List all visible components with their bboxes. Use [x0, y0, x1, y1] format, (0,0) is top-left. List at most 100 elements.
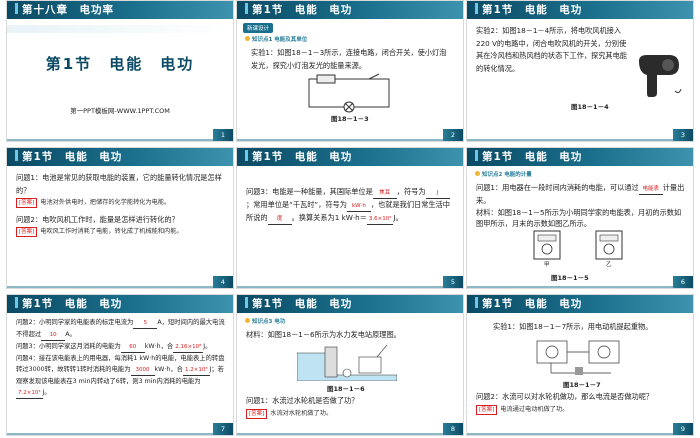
electric-meter-icon	[533, 230, 561, 260]
unit-question: 问题3：电能是一种能量，其国际单位是 焦耳 ，符号为 J ；常用单位是“千瓦时”，符号为…	[246, 186, 455, 225]
blank-4: 度	[267, 214, 292, 225]
template-url: 第一PPT模板网-WWW.1PPT.COM	[70, 107, 170, 115]
meter-questions: 问题2：小明同学家的电能表的标定电流为 5 A，短时间内的最大电流不得超过 10 A。 …	[16, 317, 225, 399]
qa-body: 问题1：电池是常见的获取电能的装置，它的能量转化情况是怎样的？ [答案] 电池对外…	[16, 172, 225, 239]
slide-thumbnail-3[interactable]: 第1节 电能 电功 实验2：如图18－1－4所示，将电吹风机接入220 V的电路…	[466, 0, 694, 142]
text-5: kW·h，合	[144, 343, 174, 350]
slide-number: 4	[213, 276, 233, 288]
answer: 电流通过电动机做了功。	[500, 405, 569, 413]
slide-header: 第1节 电能 电功	[467, 148, 693, 166]
question: 问题1：水流过水轮机是否做了功？	[246, 396, 359, 405]
slide-header: 第十八章 电功率	[7, 1, 233, 19]
blank-1: 5	[133, 318, 158, 329]
text-3: 材料：如图18－1－5所示为小明同学家的电能表，月初的示数如图甲所示，月末的示数…	[476, 207, 682, 229]
bullet-icon	[475, 171, 480, 176]
slide-thumbnail-7[interactable]: 第1节 电能 电功 问题2：小明同学家的电能表的标定电流为 5 A，短时间内的最大电…	[6, 294, 234, 436]
blank-5: 3000	[130, 365, 155, 376]
header-bar-icon	[15, 297, 18, 308]
slide-header: 第1节 电能 电功	[7, 295, 233, 313]
slide-header: 第1节 电能 电功	[237, 295, 463, 313]
slide-number: 7	[213, 423, 233, 435]
footer-line	[237, 433, 443, 435]
header-bar-icon	[475, 150, 478, 161]
footer-line	[7, 433, 213, 435]
slide-thumbnail-8[interactable]: 第1节 电能 电功 知识点3 电功 材料：如图18－1－6所示为水力发电站原理图…	[236, 294, 464, 436]
circuit-diagram-icon	[308, 73, 390, 113]
figure-caption: 图18－1－6	[327, 385, 365, 393]
text-8: kW·h，合	[154, 366, 183, 373]
slide-thumbnail-1[interactable]: 第十八章 电功率 第1节 电能 电功 第一PPT模板网-WWW.1PPT.COM…	[6, 0, 234, 142]
slide-number: 3	[673, 129, 693, 141]
header-text: 第1节 电能 电功	[252, 298, 353, 310]
text-1: 问题3：电能是一种能量，其国际单位是	[246, 187, 373, 196]
text-5: 。换算关系为1 kW·h＝	[291, 213, 367, 222]
section-tag: 新课设计	[243, 23, 274, 33]
qa-body: 问题1：水流过水轮机是否做了功？ [答案] 水流对水轮机做了功。	[246, 395, 455, 420]
blank-4: 2.16×10⁸	[173, 342, 204, 353]
bullet-icon	[245, 36, 250, 41]
blank-3: 60	[120, 342, 145, 353]
header-text: 第1节 电能 电功	[22, 298, 123, 310]
header-text: 第1节 电能 电功	[22, 151, 123, 163]
figure-label-a: 甲	[544, 262, 550, 268]
footer-line	[237, 139, 443, 141]
material-text: 材料：如图18－1－6所示为水力发电站原理图。	[246, 330, 401, 339]
blank-1: 电能表	[638, 184, 663, 195]
slide-thumbnail-9[interactable]: 第1节 电能 电功 实验1：如图18－1－7所示，用电动机提起重物。 图18－1…	[466, 294, 694, 436]
slide-header: 第1节 电能 电功	[7, 148, 233, 166]
slide-number: 8	[443, 423, 463, 435]
slide-thumbnail-4[interactable]: 第1节 电能 电功 问题1：电池是常见的获取电能的装置，它的能量转化情况是怎样的…	[6, 147, 234, 289]
header-bar-icon	[15, 150, 18, 161]
slide-title: 第1节 电能 电功	[45, 55, 195, 73]
experiment-text: 实验1：如图18－1－3所示，连接电路，闭合开关，使小灯泡发光，探究小灯泡发光的…	[251, 48, 447, 70]
text-6: J。	[393, 213, 403, 222]
header-bar-icon	[245, 297, 248, 308]
answer-label: [答案]	[16, 198, 38, 208]
slide-sorter-grid: 第十八章 电功率 第1节 电能 电功 第一PPT模板网-WWW.1PPT.COM…	[0, 0, 700, 438]
footer-line	[467, 286, 673, 288]
header-bar-icon	[15, 3, 18, 14]
hair-dryer-icon	[639, 55, 682, 97]
slide-number: 5	[443, 276, 463, 288]
answer-1: 电池对外供电时，把储存的化学能转化为电能。	[40, 199, 171, 206]
text-1: 问题2：小明同学家的电能表的标定电流为	[16, 319, 134, 326]
slide-thumbnail-5[interactable]: 第1节 电能 电功 问题3：电能是一种能量，其国际单位是 焦耳 ，符号为 J ；常用单位…	[236, 147, 464, 289]
blank-5: 3.6×10⁶	[366, 214, 394, 225]
slide-number: 2	[443, 129, 463, 141]
slide-thumbnail-2[interactable]: 第1节 电能 电功 新课设计 知识点1 电能及其单位 实验1：如图18－1－3所…	[236, 0, 464, 142]
footer-line	[467, 139, 673, 141]
text-10: J。	[42, 389, 51, 396]
figure-caption: 图18－1－4	[571, 103, 609, 111]
figure-caption: 图18－1－7	[563, 381, 601, 389]
answer-label: [答案]	[246, 408, 268, 419]
header-bar-icon	[475, 297, 478, 308]
slide-number: 1	[213, 129, 233, 141]
knowledge-point-text: 知识点1 电能及其单位	[252, 37, 308, 43]
header-text: 第1节 电能 电功	[252, 151, 353, 163]
knowledge-point-text: 知识点2 电能的计量	[482, 172, 532, 178]
answer-2: 电吹风工作时消耗了电能，转化成了机械能和内能。	[40, 228, 183, 235]
header-bar-icon	[475, 3, 478, 14]
knowledge-point: 知识点2 电能的计量	[475, 170, 532, 178]
text-4: 问题3：小明同学家这月消耗的电能为	[16, 343, 121, 350]
text-2: ，符号为	[396, 187, 426, 196]
slide-header: 第1节 电能 电功	[237, 148, 463, 166]
header-bar-icon	[245, 150, 248, 161]
blank-2: 10	[41, 330, 66, 341]
slide-header: 第1节 电能 电功	[237, 1, 463, 19]
header-text: 第十八章 电功率	[22, 4, 114, 16]
text-1: 问题1：用电器在一段时间内消耗的电能，可以通过	[476, 183, 639, 192]
figure-caption: 图18－1－3	[331, 115, 369, 123]
decor-band	[7, 25, 233, 33]
answer: 水流对水轮机做了功。	[270, 409, 333, 417]
slide-thumbnail-6[interactable]: 第1节 电能 电功 知识点2 电能的计量 问题1：用电器在一段时间内消耗的电能，…	[466, 147, 694, 289]
header-text: 第1节 电能 电功	[482, 298, 583, 310]
blank-6: 1.2×10³	[182, 365, 210, 376]
text-3: A。	[65, 331, 76, 338]
hydro-station-icon	[297, 344, 397, 381]
figure-label-b: 乙	[606, 262, 612, 268]
blank-1: 焦耳	[372, 188, 397, 199]
blank-3: kW·h	[346, 201, 371, 212]
experiment-text: 实验1：如图18－1－7所示，用电动机提起重物。	[493, 322, 653, 331]
experiment-text: 实验2：如图18－1－4所示，将电吹风机接入220 V的电路中，闭合电吹风机的开…	[476, 26, 627, 73]
